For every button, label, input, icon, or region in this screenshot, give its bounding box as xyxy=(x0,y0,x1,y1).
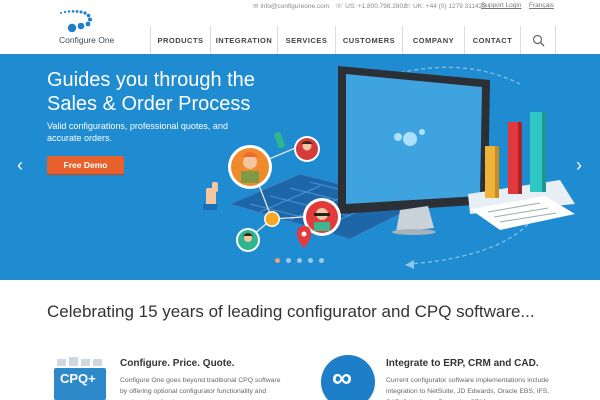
monitor-illustration xyxy=(338,66,490,235)
support-login-link[interactable]: Support Login xyxy=(481,2,521,9)
carousel-dot[interactable] xyxy=(297,258,302,263)
carousel-dot[interactable] xyxy=(286,258,291,263)
carousel-next-arrow[interactable]: › xyxy=(576,156,582,174)
phone-uk-text: UK: +44 (0) 1279 311420 xyxy=(413,3,486,10)
thumbs-up-icon xyxy=(203,182,218,210)
logo[interactable]: Configure One xyxy=(58,7,128,47)
search-button[interactable] xyxy=(520,26,556,54)
cpq-icon-label: CPQ+ xyxy=(60,371,96,386)
carousel-dot[interactable] xyxy=(308,258,313,263)
logo-dots-icon xyxy=(60,10,92,33)
hero-subtext: Valid configurations, professional quote… xyxy=(47,121,228,143)
carousel-prev-arrow[interactable]: ‹ xyxy=(17,156,23,174)
tagline: Celebrating 15 years of leading configur… xyxy=(47,302,535,321)
cpq-icon: CPQ+ xyxy=(53,356,107,400)
nav-contact[interactable]: CONTACT xyxy=(464,26,520,54)
free-demo-button[interactable]: Free Demo xyxy=(47,156,124,174)
hero-banner: Guides you through the Sales & Order Pro… xyxy=(0,54,600,280)
feature-text-cpq: Configure One goes beyond traditional CP… xyxy=(120,377,281,400)
search-icon xyxy=(532,34,544,46)
phone-icon: ☏ xyxy=(335,3,344,10)
nav-customers[interactable]: CUSTOMERS xyxy=(335,26,402,54)
integration-icon-label: ∞ xyxy=(332,362,352,393)
language-link[interactable]: Français xyxy=(529,2,554,9)
phone-us: ☏ US: +1.800.798.2802 xyxy=(335,2,407,10)
nav-services[interactable]: SERVICES xyxy=(277,26,335,54)
phone-uk: ☏ UK: +44 (0) 1279 311420 xyxy=(403,2,486,10)
nav-integration[interactable]: INTEGRATION xyxy=(210,26,277,54)
mail-icon: ✉ xyxy=(253,3,259,10)
integration-icon: ∞ xyxy=(320,354,376,400)
email-text: info@configureone.com xyxy=(260,3,330,10)
nav-company[interactable]: COMPANY xyxy=(402,26,464,54)
phone-us-text: US: +1.800.798.2802 xyxy=(345,3,407,10)
logo-text: Configure One xyxy=(59,35,115,45)
carousel-dot[interactable] xyxy=(319,258,324,263)
main-nav: PRODUCTS INTEGRATION SERVICES CUSTOMERS … xyxy=(150,26,556,54)
carousel-dots xyxy=(275,258,324,263)
carousel-dot[interactable] xyxy=(275,258,280,263)
feature-text-integration: Current configurator software implementa… xyxy=(386,377,550,400)
phone-icon: ☏ xyxy=(403,3,412,10)
email-link[interactable]: ✉ info@configureone.com xyxy=(253,2,329,10)
feature-title-cpq: Configure. Price. Quote. xyxy=(120,358,235,369)
nav-products[interactable]: PRODUCTS xyxy=(150,26,210,54)
feature-title-integration: Integrate to ERP, CRM and CAD. xyxy=(386,358,539,369)
hero-headline: Guides you through the Sales & Order Pro… xyxy=(47,69,255,115)
location-pin-icon xyxy=(297,226,311,248)
phone-illustration-icon xyxy=(274,132,285,149)
